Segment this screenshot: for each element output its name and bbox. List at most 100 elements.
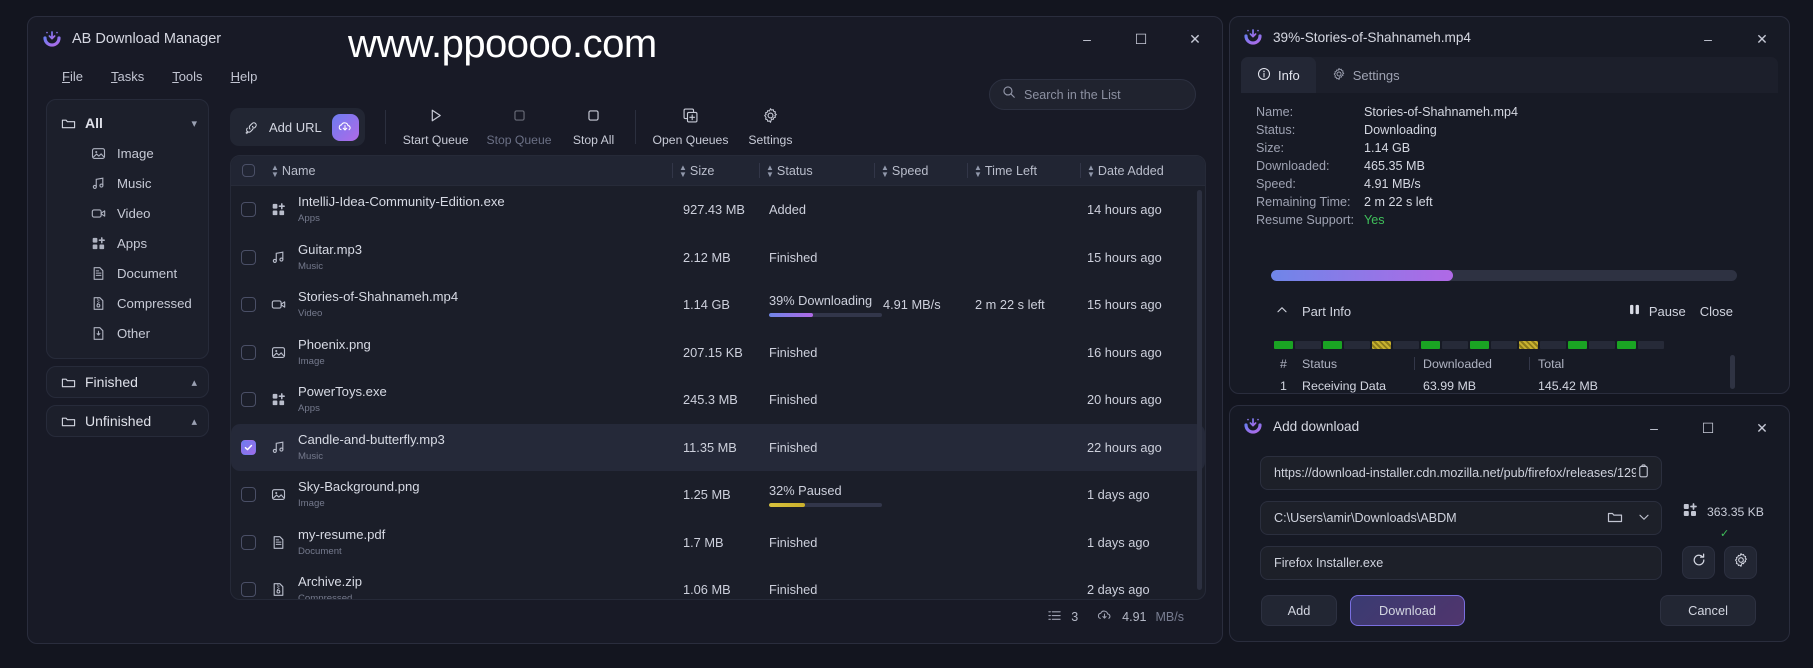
part-segment [1638, 341, 1664, 349]
refresh-button[interactable] [1682, 546, 1715, 579]
download-cloud-icon[interactable] [331, 113, 359, 141]
sidebar-item-finished[interactable]: Finished ▴ [47, 367, 208, 397]
filename-input[interactable] [1274, 556, 1651, 570]
chevron-up-icon[interactable]: ▴ [191, 415, 197, 428]
close-part-button[interactable]: Close [1700, 304, 1733, 319]
sidebar-item-apps[interactable]: Apps [55, 228, 200, 258]
table-row[interactable]: Phoenix.png Image 207.15 KB Finished 16 hour… [231, 329, 1205, 377]
menu-file[interactable]: File [62, 69, 83, 84]
select-all-checkbox[interactable] [231, 164, 265, 177]
open-queues-button[interactable]: Open Queues [644, 103, 738, 151]
table-row[interactable]: my-resume.pdf Document 1.7 MB Finished 1 day… [231, 519, 1205, 567]
chevron-down-icon[interactable]: ▾ [191, 117, 197, 130]
sidebar-item-music[interactable]: Music [55, 168, 200, 198]
cancel-button[interactable]: Cancel [1660, 595, 1756, 626]
close-button[interactable]: ✕ [1168, 17, 1222, 61]
stop-queue-button[interactable]: Stop Queue [477, 103, 560, 151]
app-logo-icon [42, 29, 62, 49]
parts-scrollbar[interactable] [1730, 355, 1735, 389]
row-size-cell: 11.35 MB [683, 439, 737, 455]
table-row[interactable]: PowerToys.exe Apps 245.3 MB Finished 20 hour… [231, 376, 1205, 424]
sidebar-item-compressed[interactable]: Compressed [55, 288, 200, 318]
column-header-name[interactable]: ▲ ▼ Name [265, 162, 672, 179]
tab-settings[interactable]: Settings [1316, 57, 1416, 93]
column-header-time-left[interactable]: ▲ ▼ Time Left [968, 163, 1080, 178]
folder-icon[interactable] [1607, 509, 1623, 528]
info-field-key: Resume Support: [1256, 213, 1355, 227]
sidebar-item-video[interactable]: Video [55, 198, 200, 228]
row-status-cell: Finished [763, 345, 877, 360]
chevron-down-icon[interactable] [1637, 510, 1651, 527]
row-checkbox[interactable] [231, 534, 265, 550]
apps-icon [271, 202, 286, 217]
search-box[interactable] [989, 79, 1196, 110]
column-header-speed[interactable]: ▲ ▼ Speed [875, 163, 967, 178]
row-checkbox[interactable] [231, 487, 265, 503]
close-button[interactable]: ✕ [1735, 17, 1789, 61]
column-header-size[interactable]: ▲ ▼ Size [673, 163, 759, 178]
column-header-date-added[interactable]: ▲ ▼ Date Added [1081, 163, 1205, 178]
chevron-up-icon[interactable] [1275, 303, 1289, 320]
column-header-status[interactable]: ▲ ▼ Status [760, 163, 874, 178]
file-category: Document [298, 545, 342, 557]
parts-col-total: Total [1538, 356, 1565, 371]
menu-tools[interactable]: Tools [172, 69, 202, 84]
table-row[interactable]: Candle-and-butterfly.mp3 Music 11.35 MB Fin… [231, 423, 1205, 471]
info-tabs: Info Settings [1241, 57, 1778, 93]
sort-icon: ▲ ▼ [271, 162, 279, 179]
column-label-name: Name [281, 163, 316, 178]
info-field-value: 4.91 MB/s [1364, 177, 1421, 191]
row-date-cell: 2 days ago [1087, 582, 1150, 598]
sidebar-item-all[interactable]: All ▾ [47, 108, 208, 138]
row-checkbox[interactable] [231, 439, 265, 455]
save-path-input[interactable] [1274, 511, 1607, 525]
row-checkbox[interactable] [231, 297, 265, 313]
settings-button[interactable]: Settings [737, 103, 803, 151]
sidebar-item-document[interactable]: Document [55, 258, 200, 288]
table-row[interactable]: Sky-Background.png Image 1.25 MB 32% Paused… [231, 471, 1205, 519]
gear-icon [1733, 552, 1749, 573]
sidebar-item-unfinished[interactable]: Unfinished ▴ [47, 406, 208, 436]
maximize-button[interactable]: ☐ [1681, 406, 1735, 450]
sidebar-item-other[interactable]: Other [55, 318, 200, 348]
table-row[interactable]: Stories-of-Shahnameh.mp4 Video 1.14 GB 39% … [231, 281, 1205, 329]
tab-info[interactable]: Info [1241, 57, 1316, 93]
start-queue-button[interactable]: Start Queue [394, 103, 478, 151]
add-url-button[interactable]: Add URL [230, 108, 365, 146]
sidebar-label-other: Other [117, 325, 150, 341]
add-button[interactable]: Add [1261, 595, 1337, 626]
row-checkbox[interactable] [231, 249, 265, 265]
minimize-button[interactable]: – [1060, 17, 1114, 61]
table-row[interactable]: Archive.zip Compressed 1.06 MB Finished 2 da… [231, 566, 1205, 599]
pause-button[interactable]: Pause [1628, 303, 1686, 319]
minimize-button[interactable]: – [1627, 406, 1681, 450]
maximize-button[interactable]: ☐ [1114, 17, 1168, 61]
url-field[interactable] [1260, 456, 1662, 490]
play-icon [427, 107, 444, 129]
menu-help[interactable]: Help [231, 69, 258, 84]
table-row[interactable]: IntelliJ-Idea-Community-Edition.exe Apps 9… [231, 186, 1205, 234]
part-segment [1491, 341, 1517, 349]
dialog-settings-button[interactable] [1724, 546, 1757, 579]
download-progress-bar [1271, 270, 1737, 281]
music-icon [91, 176, 106, 191]
table-scrollbar[interactable] [1197, 190, 1202, 590]
row-checkbox[interactable] [231, 392, 265, 408]
url-input[interactable] [1274, 466, 1636, 480]
download-button[interactable]: Download [1350, 595, 1465, 626]
close-button[interactable]: ✕ [1735, 406, 1789, 450]
sidebar-item-image[interactable]: Image [55, 138, 200, 168]
chevron-up-icon[interactable]: ▴ [191, 376, 197, 389]
row-checkbox[interactable] [231, 344, 265, 360]
menu-tasks[interactable]: Tasks [111, 69, 144, 84]
part-segment [1519, 341, 1538, 349]
table-row[interactable]: Guitar.mp3 Music 2.12 MB Finished 15 hours a… [231, 234, 1205, 282]
row-checkbox[interactable] [231, 202, 265, 218]
clipboard-icon[interactable] [1636, 464, 1651, 482]
row-checkbox[interactable] [231, 582, 265, 598]
search-input[interactable] [1024, 87, 1183, 102]
stop-all-button[interactable]: Stop All [561, 103, 627, 151]
minimize-button[interactable]: – [1681, 17, 1735, 61]
save-path-field[interactable] [1260, 501, 1662, 535]
filename-field[interactable] [1260, 546, 1662, 580]
